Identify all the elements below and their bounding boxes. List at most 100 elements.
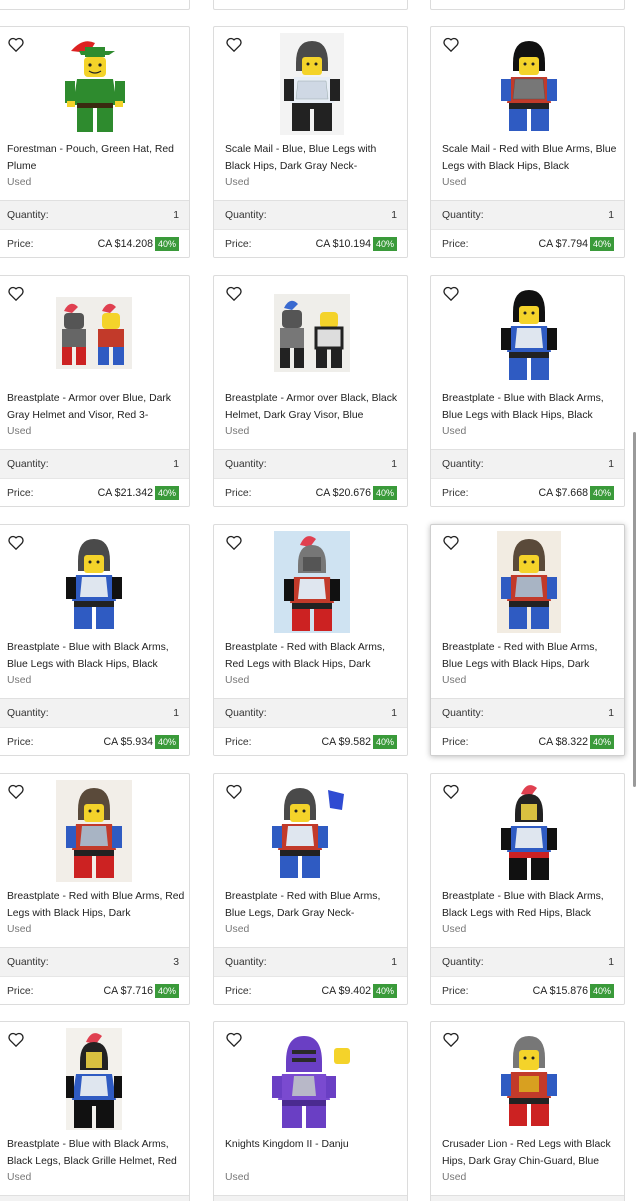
heart-icon[interactable] (443, 1032, 459, 1048)
heart-icon[interactable] (443, 784, 459, 800)
product-title[interactable]: Breastplate - Blue with Black Arms, Blac… (7, 1137, 185, 1170)
heart-icon[interactable] (226, 784, 242, 800)
product-title[interactable]: Knights Kingdom II - Danju (225, 1137, 403, 1170)
product-card[interactable]: Breastplate - Red with Blue Arms, Red Le… (0, 773, 190, 1005)
product-card[interactable]: Breastplate - Red with Black Arms, Red L… (213, 524, 408, 756)
price-row: Price: CA $8.322 40% (431, 727, 624, 755)
product-card[interactable]: Breastplate - Blue with Black Arms, Blue… (0, 524, 190, 756)
price-row: Price: CA $21.342 40% (0, 478, 189, 506)
price-value: CA $7.794 (538, 238, 588, 250)
quantity-row: Quantity: 1 (214, 698, 407, 727)
product-title[interactable]: Breastplate - Red with Black Arms, Red L… (225, 640, 403, 673)
product-title[interactable]: Scale Mail - Blue, Blue Legs with Black … (225, 142, 403, 175)
quantity-label: Quantity: (225, 707, 267, 719)
heart-icon[interactable] (8, 784, 24, 800)
heart-icon[interactable] (443, 535, 459, 551)
heart-icon[interactable] (8, 37, 24, 53)
price-value: CA $10.194 (315, 238, 371, 250)
heart-icon[interactable] (443, 286, 459, 302)
product-image[interactable] (262, 780, 362, 882)
discount-badge: 40% (372, 984, 397, 998)
product-image[interactable] (44, 33, 144, 135)
product-title[interactable]: Forestman - Pouch, Green Hat, Red Plume (7, 142, 185, 175)
product-card[interactable]: Breastplate - Red with Blue Arms, Blue L… (213, 773, 408, 1005)
product-title[interactable]: Breastplate - Blue with Black Arms, Blac… (442, 889, 620, 922)
quantity-value: 3 (173, 956, 179, 968)
quantity-row: Quantity: 1 (431, 449, 624, 478)
product-title[interactable]: Breastplate - Blue with Black Arms, Blue… (442, 391, 620, 424)
price-label: Price: (225, 487, 252, 499)
product-title[interactable]: Scale Mail - Red with Blue Arms, Blue Le… (442, 142, 620, 175)
price-value: CA $20.676 (315, 487, 371, 499)
product-image[interactable] (479, 33, 579, 135)
product-image[interactable] (262, 531, 362, 633)
discount-badge: 40% (154, 237, 179, 251)
product-card[interactable] (0, 0, 190, 10)
discount-badge: 40% (154, 735, 179, 749)
condition-label: Used (225, 675, 250, 686)
heart-icon[interactable] (443, 37, 459, 53)
heart-icon[interactable] (226, 535, 242, 551)
product-image[interactable] (262, 33, 362, 135)
price-label: Price: (7, 985, 34, 997)
product-image[interactable] (479, 1028, 579, 1130)
discount-badge: 40% (372, 735, 397, 749)
quantity-row: Quantity: 1 (214, 200, 407, 229)
product-image[interactable] (479, 780, 579, 882)
product-card[interactable]: Breastplate - Armor over Black, Black He… (213, 275, 408, 507)
heart-icon[interactable] (8, 535, 24, 551)
product-card[interactable] (430, 0, 625, 10)
heart-icon[interactable] (226, 1032, 242, 1048)
product-card[interactable]: Scale Mail - Blue, Blue Legs with Black … (213, 26, 408, 258)
product-image[interactable] (479, 531, 579, 633)
product-title[interactable]: Breastplate - Armor over Blue, Dark Gray… (7, 391, 185, 424)
heart-icon[interactable] (226, 37, 242, 53)
product-card[interactable] (213, 0, 408, 10)
heart-icon[interactable] (226, 286, 242, 302)
product-card[interactable]: Breastplate - Armor over Blue, Dark Gray… (0, 275, 190, 507)
discount-badge: 40% (589, 984, 614, 998)
quantity-label: Quantity: (225, 458, 267, 470)
discount-badge: 40% (372, 237, 397, 251)
product-image[interactable] (44, 780, 144, 882)
product-title[interactable]: Breastplate - Blue with Black Arms, Blue… (7, 640, 185, 673)
price-value: CA $9.582 (321, 736, 371, 748)
product-image[interactable] (262, 1028, 362, 1130)
quantity-row (0, 1195, 189, 1201)
condition-label: Used (225, 426, 250, 437)
product-card[interactable]: Breastplate - Blue with Black Arms, Blac… (430, 773, 625, 1005)
quantity-value: 1 (173, 209, 179, 221)
product-card[interactable]: Crusader Lion - Red Legs with Black Hips… (430, 1021, 625, 1201)
product-image[interactable] (44, 1028, 144, 1130)
product-image[interactable] (262, 282, 362, 384)
price-label: Price: (225, 985, 252, 997)
product-title[interactable]: Breastplate - Red with Blue Arms, Blue L… (225, 889, 403, 922)
heart-icon[interactable] (8, 1032, 24, 1048)
quantity-value: 1 (391, 209, 397, 221)
quantity-row: Quantity: 1 (0, 200, 189, 229)
price-value: CA $7.716 (103, 985, 153, 997)
product-image[interactable] (44, 531, 144, 633)
price-row: Price: CA $14.208 40% (0, 229, 189, 257)
product-image[interactable] (44, 282, 144, 384)
price-value: CA $8.322 (538, 736, 588, 748)
scrollbar[interactable] (633, 432, 636, 787)
product-card[interactable]: Forestman - Pouch, Green Hat, Red Plume … (0, 26, 190, 258)
product-title[interactable]: Crusader Lion - Red Legs with Black Hips… (442, 1137, 620, 1170)
price-row: Price: CA $5.934 40% (0, 727, 189, 755)
product-card[interactable]: Knights Kingdom II - Danju Used (213, 1021, 408, 1201)
product-title[interactable]: Breastplate - Red with Blue Arms, Blue L… (442, 640, 620, 673)
product-title[interactable]: Breastplate - Red with Blue Arms, Red Le… (7, 889, 185, 922)
quantity-row (431, 1195, 624, 1201)
product-card[interactable]: Breastplate - Blue with Black Arms, Blac… (0, 1021, 190, 1201)
product-card[interactable]: Breastplate - Red with Blue Arms, Blue L… (430, 524, 625, 756)
product-image[interactable] (479, 282, 579, 384)
price-value: CA $7.668 (538, 487, 588, 499)
heart-icon[interactable] (8, 286, 24, 302)
product-title[interactable]: Breastplate - Armor over Black, Black He… (225, 391, 403, 424)
price-value: CA $15.876 (532, 985, 588, 997)
quantity-value: 1 (391, 707, 397, 719)
product-card[interactable]: Breastplate - Blue with Black Arms, Blue… (430, 275, 625, 507)
product-card[interactable]: Scale Mail - Red with Blue Arms, Blue Le… (430, 26, 625, 258)
discount-badge: 40% (372, 486, 397, 500)
